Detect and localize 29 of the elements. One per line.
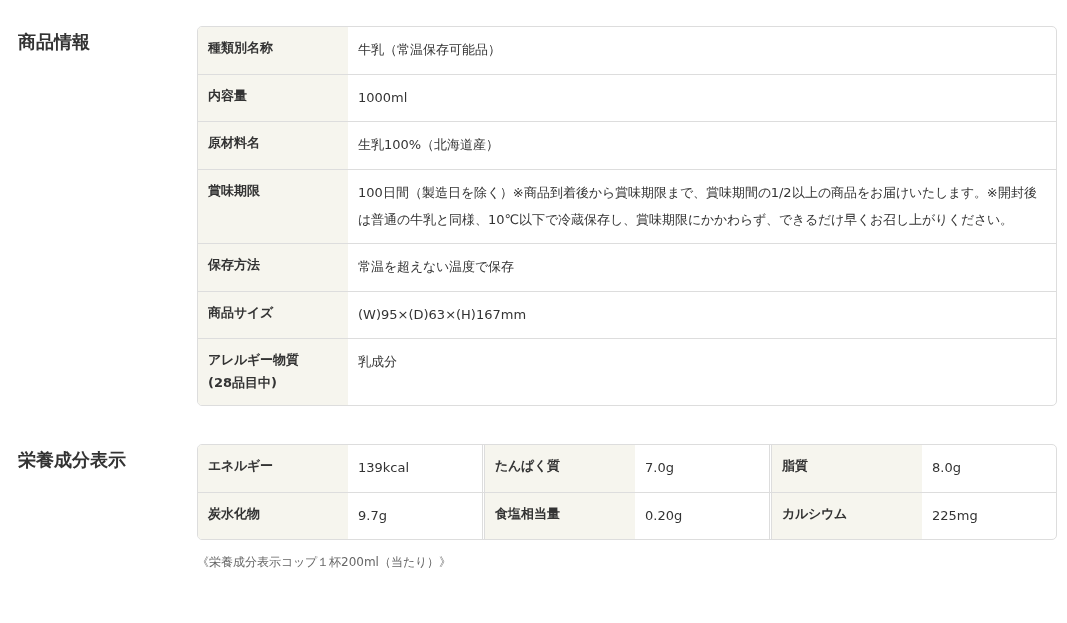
table-header-cell: 食塩相当量 bbox=[485, 492, 635, 540]
table-cell-text: 乳成分 bbox=[357, 353, 398, 372]
table-header-cell: 原材料名 bbox=[198, 122, 348, 169]
table-header-cell: たんぱく質 bbox=[485, 445, 635, 492]
table-cell-text: 1000ml bbox=[357, 88, 409, 107]
table-header-cell: カルシウム bbox=[772, 492, 922, 540]
table-cell-text: 7.0g bbox=[644, 459, 675, 477]
footnote: 《栄養成分表示コップ１杯200ml（当たり）》 bbox=[197, 554, 452, 572]
table-header-cell: 種類別名称 bbox=[198, 27, 348, 74]
table-cell-text: 牛乳（常温保存可能品） bbox=[357, 41, 502, 59]
table-header-cell: 脂質 bbox=[772, 445, 922, 492]
table-header-cell: 内容量 bbox=[198, 74, 348, 122]
table-header-cell: 賞味期限 bbox=[198, 169, 348, 244]
table-cell-text: 8.0g bbox=[931, 459, 962, 477]
table-cell-text: (W)95×(D)63×(H)167mm bbox=[357, 305, 528, 324]
table-header-cell: アレルギー物質 (28品目中) bbox=[198, 339, 348, 405]
table-cell-text: 常温を超えない温度で保存 bbox=[357, 258, 515, 277]
table-cell-text: 9.7g bbox=[357, 506, 388, 525]
table-header-cell: 商品サイズ bbox=[198, 291, 348, 339]
table-cell-text: 139kcal bbox=[357, 459, 411, 477]
table-header-cell: 炭水化物 bbox=[198, 492, 348, 540]
table-header-cell: 保存方法 bbox=[198, 244, 348, 291]
table-cell-text: 生乳100%（北海道産） bbox=[357, 136, 501, 155]
table-cell-text: 0.20g bbox=[644, 506, 684, 525]
table-cell-text: 100日間（製造日を除く）※商品到着後から賞味期限まで、賞味期間の1/2以上の商品をお届けいたします。※開封後は普通の牛乳と同様、10℃以下で冷蔵保存し、賞味期限にかかわらず、できるだけ早くお召し上がりください。 bbox=[357, 183, 1038, 229]
section-heading: 栄養成分表示 bbox=[18, 448, 127, 472]
table-header-cell: エネルギー bbox=[198, 445, 348, 492]
section-heading: 商品情報 bbox=[18, 30, 91, 54]
table-cell-text: 225mg bbox=[931, 506, 979, 525]
